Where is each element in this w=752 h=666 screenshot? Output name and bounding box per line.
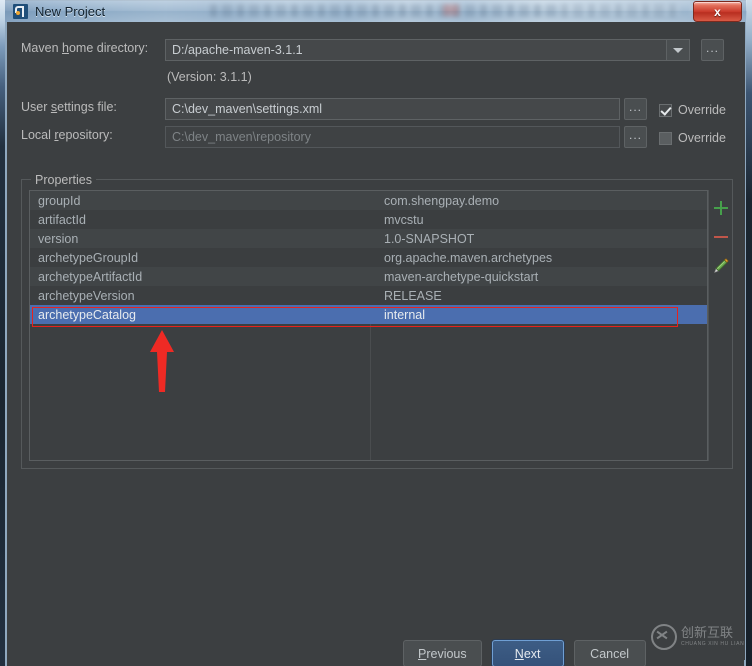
watermark-circle-x-icon xyxy=(651,624,677,650)
watermark-chinese-text: 创新互联 xyxy=(681,626,734,641)
close-button[interactable]: x xyxy=(693,1,742,22)
property-value: com.shengpay.demo xyxy=(384,193,500,208)
new-project-dialog-screenshot: New Project x Maven home directory: D:/a… xyxy=(0,0,752,666)
user-settings-override-checkbox[interactable]: Override xyxy=(659,103,726,117)
property-value: mvcstu xyxy=(384,212,424,227)
intellij-idea-icon xyxy=(13,3,28,19)
checkbox-checked-icon xyxy=(659,103,672,117)
user-settings-browse-button[interactable]: ... xyxy=(624,98,647,120)
local-repository-override-checkbox[interactable]: Override xyxy=(659,131,726,145)
property-value: RELEASE xyxy=(384,288,442,303)
property-key: archetypeArtifactId xyxy=(38,269,143,284)
window-frame-bottom xyxy=(0,660,752,666)
properties-table[interactable]: groupId com.shengpay.demo artifactId mvcstu… xyxy=(29,190,708,461)
local-repository-input[interactable]: C:\dev_maven\repository xyxy=(165,126,620,148)
table-row[interactable]: archetypeCatalog internal xyxy=(30,305,707,324)
local-repository-label: Local repository: xyxy=(21,128,113,142)
properties-toolbar xyxy=(708,190,733,461)
dialog-body: Maven home directory: D:/apache-maven-3.… xyxy=(7,22,745,666)
close-icon: x xyxy=(714,4,721,19)
property-value: maven-archetype-quickstart xyxy=(384,269,539,284)
local-repository-override-label: Override xyxy=(678,131,726,145)
property-key: groupId xyxy=(38,193,81,208)
user-settings-override-label: Override xyxy=(678,103,726,117)
property-key: archetypeVersion xyxy=(38,288,135,303)
watermark-logo: 创新互联 CHUANG XIN HU LIAN xyxy=(651,620,744,654)
local-repository-browse-button[interactable]: ... xyxy=(624,126,647,148)
table-row[interactable]: artifactId mvcstu xyxy=(30,210,707,229)
user-settings-label: User settings file: xyxy=(21,100,117,114)
property-key: version xyxy=(38,231,79,246)
property-value: internal xyxy=(384,307,425,322)
local-repository-row: Local repository: xyxy=(21,128,113,142)
properties-group-title: Properties xyxy=(31,173,96,187)
checkbox-unchecked-icon xyxy=(659,131,672,145)
property-key: artifactId xyxy=(38,212,86,227)
edit-pencil-icon[interactable] xyxy=(711,256,731,276)
user-settings-value: C:\dev_maven\settings.xml xyxy=(172,102,323,116)
property-key: archetypeGroupId xyxy=(38,250,139,265)
user-settings-row: User settings file: xyxy=(21,100,117,114)
user-settings-input[interactable]: C:\dev_maven\settings.xml xyxy=(165,98,620,120)
chevron-down-icon[interactable] xyxy=(666,40,689,60)
maven-home-browse-button[interactable]: ... xyxy=(701,39,724,61)
table-row[interactable]: archetypeVersion RELEASE xyxy=(30,286,707,305)
add-plus-icon[interactable] xyxy=(711,198,731,218)
property-value: org.apache.maven.archetypes xyxy=(384,250,553,265)
maven-home-value: D:/apache-maven-3.1.1 xyxy=(172,43,303,57)
table-row[interactable]: archetypeArtifactId maven-archetype-quick… xyxy=(30,267,707,286)
title-bar[interactable]: New Project x xyxy=(5,0,747,22)
window-title: New Project xyxy=(35,3,106,19)
window-frame-right xyxy=(746,0,752,666)
property-key: archetypeCatalog xyxy=(38,307,136,322)
maven-version-note: (Version: 3.1.1) xyxy=(167,70,252,84)
table-row[interactable]: groupId com.shengpay.demo xyxy=(30,191,707,210)
maven-home-label: Maven home directory: xyxy=(21,41,149,55)
local-repository-value: C:\dev_maven\repository xyxy=(172,130,311,144)
property-value: 1.0-SNAPSHOT xyxy=(384,231,475,246)
maven-home-combobox[interactable]: D:/apache-maven-3.1.1 xyxy=(165,39,690,61)
table-row[interactable]: archetypeGroupId org.apache.maven.archety… xyxy=(30,248,707,267)
remove-minus-icon[interactable] xyxy=(711,227,731,247)
table-row[interactable]: version 1.0-SNAPSHOT xyxy=(30,229,707,248)
watermark-pinyin-text: CHUANG XIN HU LIAN xyxy=(681,641,745,647)
maven-home-row: Maven home directory: xyxy=(21,41,148,55)
